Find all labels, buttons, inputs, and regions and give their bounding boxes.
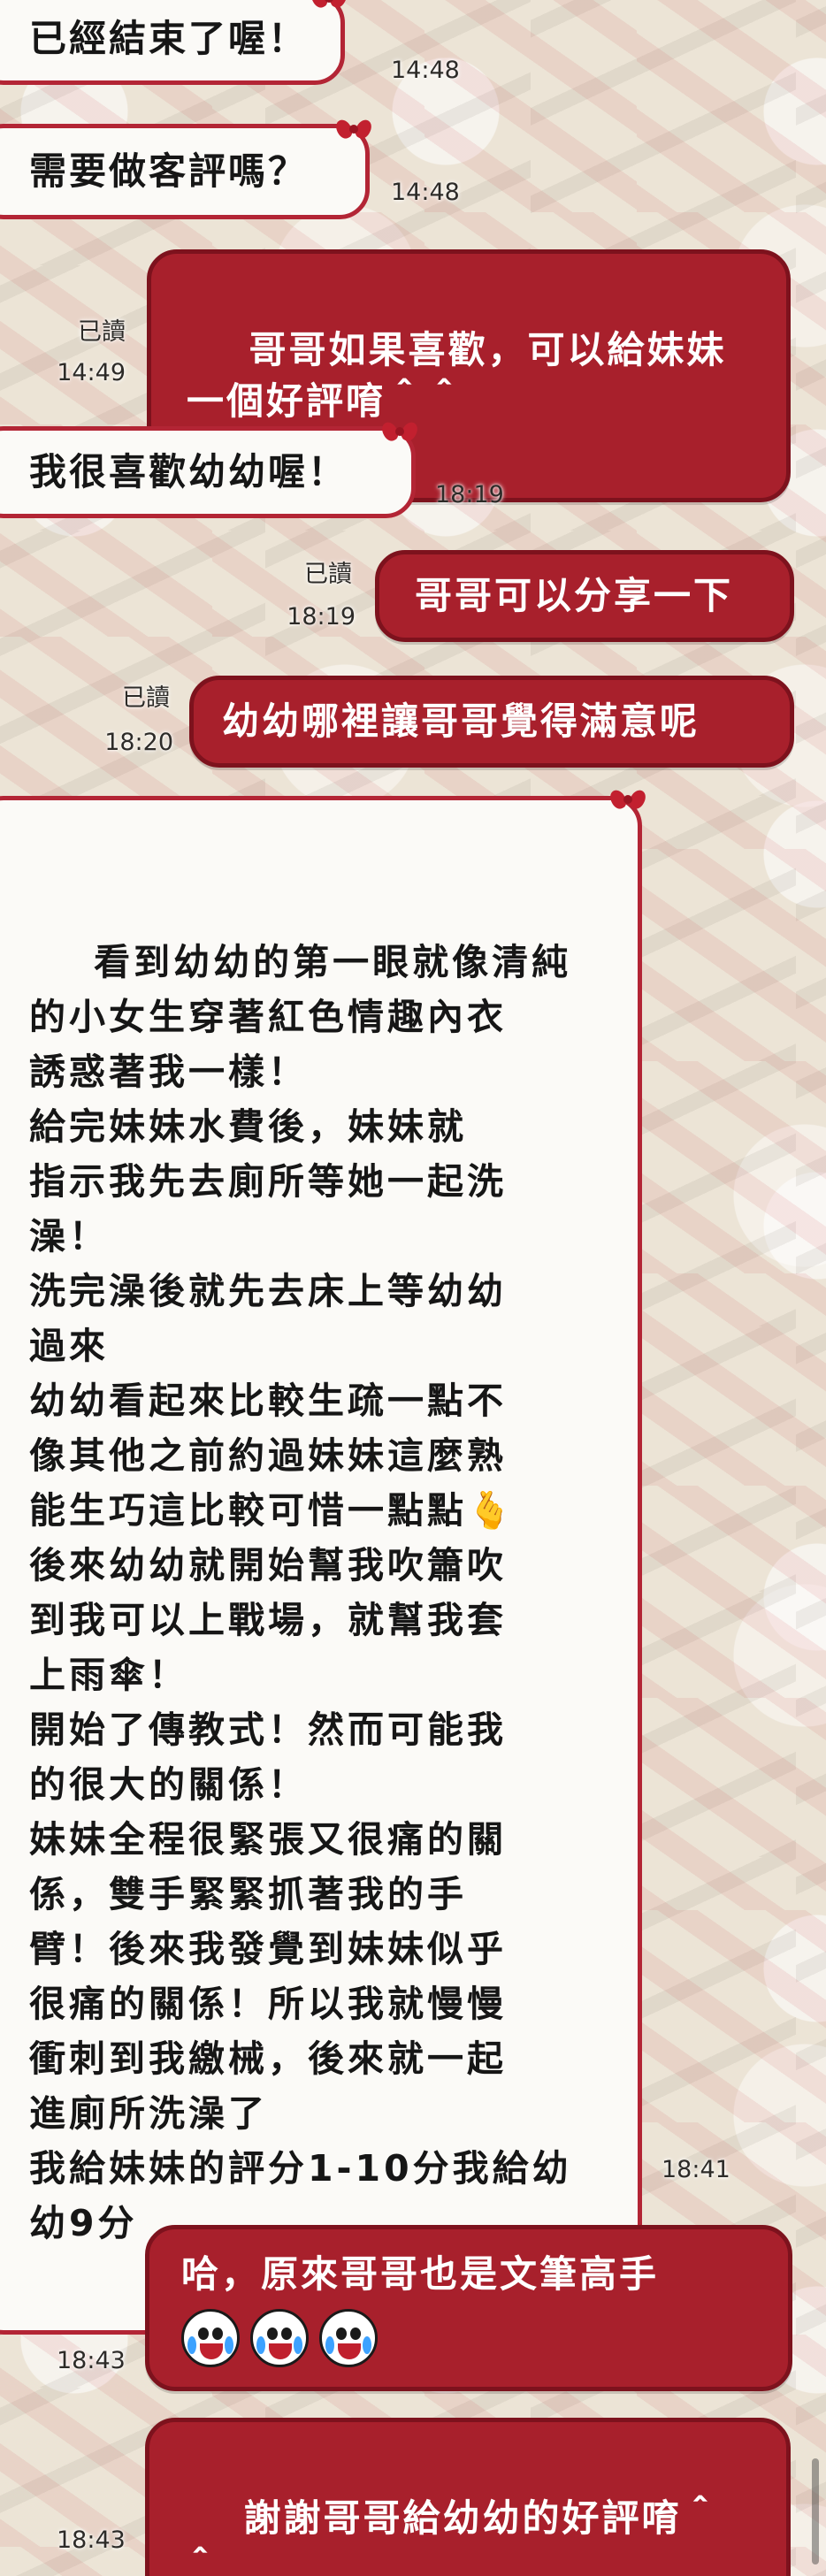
message-time: 18:43 <box>57 2347 126 2374</box>
message-text: 需要做客評嗎？ <box>29 149 309 193</box>
message-text: 已經結束了喔！ <box>29 17 309 60</box>
message-text: 幼幼哪裡讓哥哥覺得滿意呢 <box>222 699 700 743</box>
message-text: 哥哥如果喜歡，可以給妹妹 一個好評唷＾＾ <box>187 328 727 423</box>
message-time: 18:41 <box>662 2156 730 2183</box>
incoming-message[interactable]: 需要做客評嗎？ <box>0 124 370 219</box>
outgoing-message[interactable]: 謝謝哥哥給幼幼的好評唷＾ ＾ <box>145 2418 791 2576</box>
outgoing-message[interactable]: 哥哥可以分享一下 <box>375 550 794 642</box>
read-receipt: 已讀 <box>304 561 352 588</box>
bow-icon <box>337 119 371 142</box>
outgoing-message[interactable]: 哈，原來哥哥也是文筆高手 <box>145 2225 792 2391</box>
emoji-row <box>181 2309 760 2367</box>
read-receipt: 已讀 <box>122 684 170 712</box>
crying-laugh-emoji-icon <box>181 2309 240 2367</box>
message-time: 14:48 <box>391 57 460 84</box>
message-time: 14:48 <box>391 179 460 206</box>
message-text: 哈，原來哥哥也是文筆高手 <box>181 2252 660 2296</box>
read-receipt: 已讀 <box>78 318 126 346</box>
message-time: 18:19 <box>435 481 504 508</box>
chat-thread: 已經結束了喔！ 14:48 需要做客評嗎？ 14:48 已讀 14:49 哥哥如… <box>0 0 826 2576</box>
crying-laugh-emoji-icon <box>250 2309 309 2367</box>
incoming-message[interactable]: 我很喜歡幼幼喔！ <box>0 426 416 518</box>
crying-laugh-emoji-icon <box>319 2309 378 2367</box>
incoming-message[interactable]: 已經結束了喔！ <box>0 0 345 85</box>
message-time: 14:49 <box>57 359 126 386</box>
message-time: 18:20 <box>104 729 173 756</box>
message-text: 我很喜歡幼幼喔！ <box>29 450 348 493</box>
outgoing-message[interactable]: 幼幼哪裡讓哥哥覺得滿意呢 <box>189 676 794 768</box>
bow-icon <box>383 422 417 445</box>
incoming-message-review[interactable]: 看到幼幼的第一眼就像清純 的小女生穿著紅色情趣內衣 誘惑著我一樣！ 給完妹妹水費… <box>0 795 642 2335</box>
message-time: 18:43 <box>57 2526 126 2554</box>
message-text: 哥哥可以分享一下 <box>415 574 734 617</box>
bow-icon <box>312 0 346 11</box>
message-text: 謝謝哥哥給幼幼的好評唷＾ ＾ <box>181 2496 722 2576</box>
message-text: 看到幼幼的第一眼就像清純 的小女生穿著紅色情趣內衣 誘惑著我一樣！ 給完妹妹水費… <box>29 941 572 2244</box>
message-time: 18:19 <box>287 603 356 631</box>
scrollbar[interactable] <box>812 2458 819 2565</box>
bow-icon <box>611 790 645 813</box>
